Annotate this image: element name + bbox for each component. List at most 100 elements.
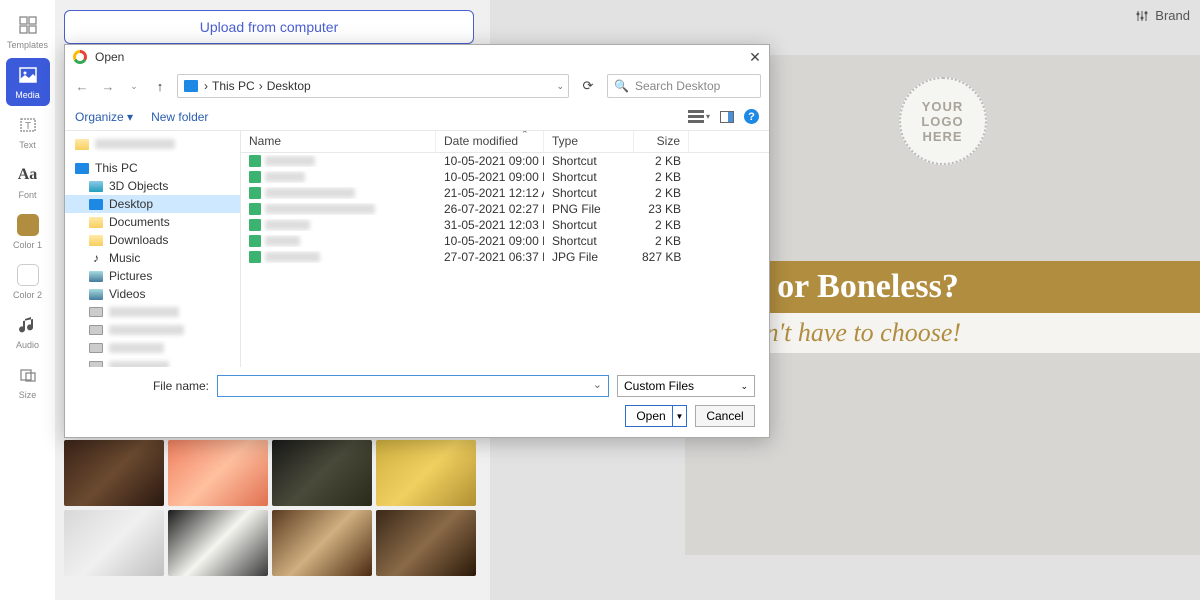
file-row[interactable]: 21-05-2021 12:12 AMShortcut2 KB: [241, 185, 769, 201]
file-row[interactable]: 10-05-2021 09:00 PMShortcut2 KB: [241, 233, 769, 249]
sidebar-label: Color 1: [13, 240, 42, 250]
up-icon[interactable]: ↑: [151, 77, 169, 95]
tree-item-3d-objects[interactable]: 3D Objects: [65, 177, 240, 195]
file-icon: [249, 203, 261, 215]
column-size[interactable]: Size: [634, 131, 689, 152]
open-button[interactable]: Open▼: [625, 405, 687, 427]
search-placeholder: Search Desktop: [635, 79, 720, 93]
file-icon: [249, 171, 261, 183]
forward-icon[interactable]: →: [99, 77, 117, 95]
chrome-icon: [73, 50, 87, 64]
tree-item-downloads[interactable]: Downloads: [65, 231, 240, 249]
sidebar-text[interactable]: T Text: [6, 108, 50, 156]
file-name-label: File name:: [79, 379, 209, 393]
font-icon: Aa: [17, 164, 39, 186]
file-icon: [249, 251, 261, 263]
chevron-down-icon[interactable]: ⌄: [556, 81, 564, 92]
refresh-icon[interactable]: ⟳: [577, 75, 599, 97]
file-open-dialog: Open ✕ ← → ⌄ ↑ › This PC › Desktop ⌄ ⟳ 🔍…: [64, 44, 770, 438]
new-folder-button[interactable]: New folder: [151, 110, 208, 124]
chevron-down-icon[interactable]: ⌄: [125, 77, 143, 95]
back-icon[interactable]: ←: [73, 77, 91, 95]
sort-indicator-icon: ⌃: [521, 131, 529, 140]
media-thumbnail[interactable]: [168, 510, 268, 576]
brand-label[interactable]: Brand: [1155, 8, 1190, 23]
tree-item-documents[interactable]: Documents: [65, 213, 240, 231]
file-icon: [249, 235, 261, 247]
breadcrumb-sep: ›: [259, 79, 263, 93]
column-type[interactable]: Type: [544, 131, 634, 152]
dialog-title: Open: [95, 50, 124, 64]
help-icon[interactable]: ?: [744, 109, 759, 124]
templates-icon: [17, 14, 39, 36]
tree-item-desktop[interactable]: Desktop: [65, 195, 240, 213]
tree-item-this-pc[interactable]: This PC: [65, 159, 240, 177]
dialog-titlebar: Open ✕: [65, 45, 769, 69]
address-bar[interactable]: › This PC › Desktop ⌄: [177, 74, 569, 98]
media-thumbnail[interactable]: [64, 440, 164, 506]
sidebar-audio[interactable]: Audio: [6, 308, 50, 356]
search-icon: 🔍: [614, 79, 629, 93]
folder-tree[interactable]: This PC 3D Objects Desktop Documents Dow…: [65, 131, 241, 367]
tree-item-videos[interactable]: Videos: [65, 285, 240, 303]
tree-item[interactable]: [65, 357, 240, 367]
view-mode-button[interactable]: ▾: [688, 110, 710, 124]
tree-item[interactable]: [65, 135, 240, 153]
left-sidebar: Templates Media T Text Aa Font Color 1 C…: [0, 0, 55, 600]
logo-placeholder[interactable]: YOUR LOGO HERE: [899, 77, 987, 165]
sidebar-label: Font: [18, 190, 36, 200]
media-thumbnail[interactable]: [168, 440, 268, 506]
sidebar-font[interactable]: Aa Font: [6, 158, 50, 206]
organize-menu[interactable]: Organize ▾: [75, 110, 133, 124]
sidebar-size[interactable]: Size: [6, 358, 50, 406]
media-thumbnail[interactable]: [64, 510, 164, 576]
dialog-nav: ← → ⌄ ↑ › This PC › Desktop ⌄ ⟳ 🔍 Search…: [65, 69, 769, 103]
sidebar-label: Size: [19, 390, 37, 400]
sidebar-label: Color 2: [13, 290, 42, 300]
close-icon[interactable]: ✕: [747, 49, 763, 65]
sidebar-label: Templates: [7, 40, 48, 50]
tree-item[interactable]: [65, 321, 240, 339]
color-swatch-2: [17, 264, 39, 286]
media-thumbnail[interactable]: [272, 510, 372, 576]
logo-text: LOGO: [921, 114, 963, 129]
file-row[interactable]: 10-05-2021 09:00 PMShortcut2 KB: [241, 153, 769, 169]
cancel-button[interactable]: Cancel: [695, 405, 755, 427]
file-row[interactable]: 31-05-2021 12:03 PMShortcut2 KB: [241, 217, 769, 233]
media-icon: [17, 64, 39, 86]
tree-item[interactable]: [65, 339, 240, 357]
sidebar-templates[interactable]: Templates: [6, 8, 50, 56]
media-thumbnail[interactable]: [376, 510, 476, 576]
list-header: Name Date modified Type Size: [241, 131, 769, 153]
tree-item[interactable]: [65, 303, 240, 321]
search-input[interactable]: 🔍 Search Desktop: [607, 74, 761, 98]
column-name[interactable]: Name: [241, 131, 436, 152]
file-row[interactable]: 10-05-2021 09:00 PMShortcut2 KB: [241, 169, 769, 185]
preview-pane-button[interactable]: [720, 111, 734, 123]
dialog-toolbar: Organize ▾ New folder ▾ ?: [65, 103, 769, 131]
music-icon: ♪: [89, 252, 103, 264]
file-type-filter[interactable]: Custom Files⌄: [617, 375, 755, 397]
file-list: ⌃ Name Date modified Type Size 10-05-202…: [241, 131, 769, 367]
tree-item-pictures[interactable]: Pictures: [65, 267, 240, 285]
file-row[interactable]: 26-07-2021 02:27 PMPNG File23 KB: [241, 201, 769, 217]
breadcrumb-item[interactable]: Desktop: [267, 79, 311, 93]
media-thumbnails: [64, 440, 479, 576]
chevron-down-icon[interactable]: ▼: [672, 406, 686, 426]
sliders-icon[interactable]: [1135, 9, 1149, 23]
breadcrumb-item[interactable]: This PC: [212, 79, 255, 93]
sidebar-media[interactable]: Media: [6, 58, 50, 106]
media-thumbnail[interactable]: [376, 440, 476, 506]
file-row[interactable]: 27-07-2021 06:37 PMJPG File827 KB: [241, 249, 769, 265]
file-rows: 10-05-2021 09:00 PMShortcut2 KB 10-05-20…: [241, 153, 769, 367]
dialog-body: This PC 3D Objects Desktop Documents Dow…: [65, 131, 769, 367]
sidebar-color-1[interactable]: Color 1: [6, 208, 50, 256]
sidebar-color-2[interactable]: Color 2: [6, 258, 50, 306]
file-icon: [249, 155, 261, 167]
upload-from-computer-button[interactable]: Upload from computer: [64, 10, 474, 44]
tree-item-music[interactable]: ♪Music: [65, 249, 240, 267]
media-thumbnail[interactable]: [272, 440, 372, 506]
sidebar-label: Media: [15, 90, 40, 100]
audio-icon: [17, 314, 39, 336]
file-name-input[interactable]: [217, 375, 609, 397]
